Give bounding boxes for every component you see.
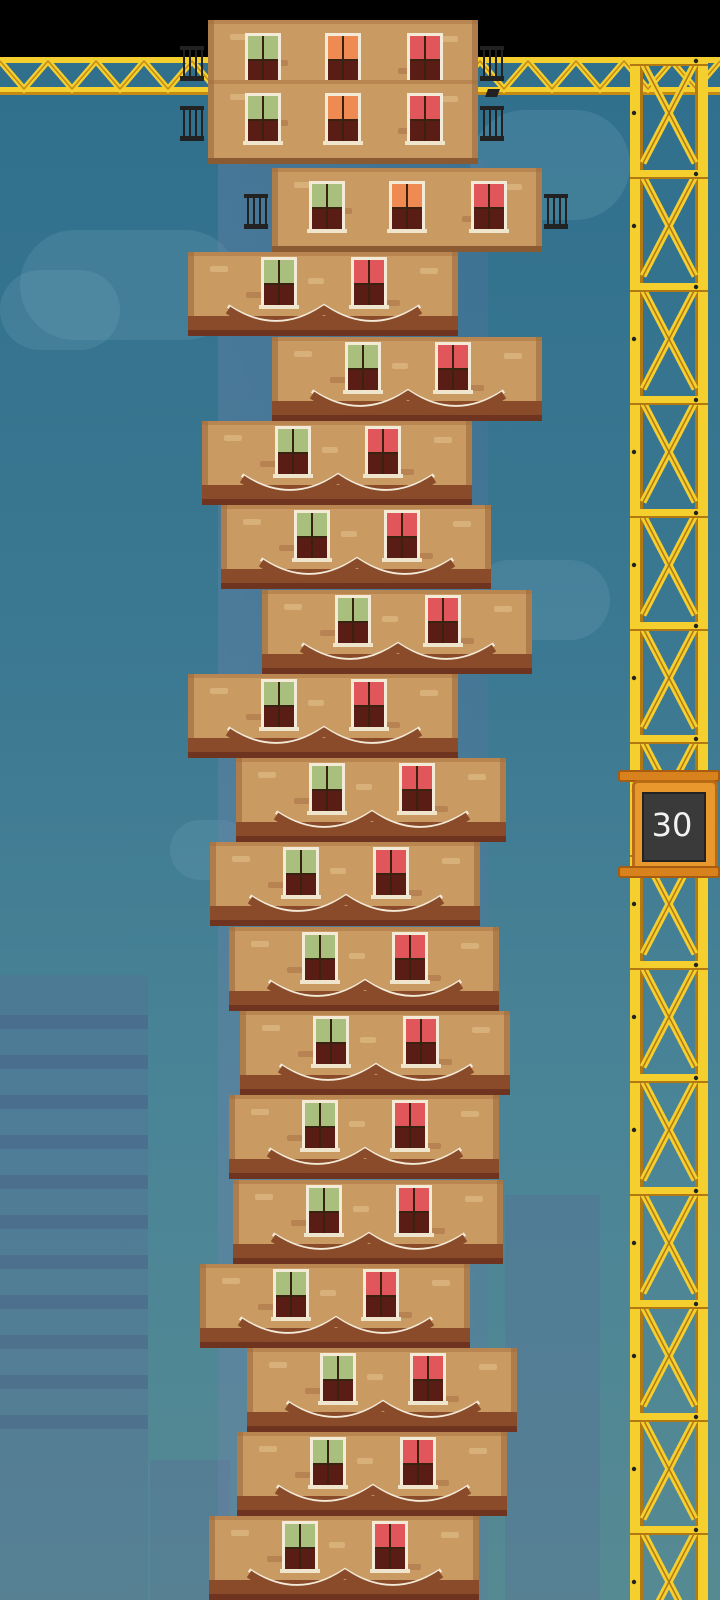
window-icon [363,426,403,478]
window-icon [390,1100,430,1152]
tower-floor [221,505,491,589]
window-icon [307,763,347,815]
window-icon [398,1437,438,1489]
window-icon [300,1100,340,1152]
window-icon [401,1016,441,1068]
window-icon [349,679,389,731]
window-icon [397,763,437,815]
window-icon [271,1269,311,1321]
tower-floor [233,1180,503,1264]
tower-floor [272,337,542,421]
window-icon [318,1353,358,1405]
window-icon [333,595,373,647]
window-icon [382,510,422,562]
tower-floor [188,674,458,758]
tower-floor [200,1264,470,1348]
window-icon [308,1437,348,1489]
window-icon [405,93,445,145]
cloud [0,270,120,350]
window-icon [311,1016,351,1068]
background-building [0,975,148,1600]
window-icon [243,33,283,85]
window-icon [408,1353,448,1405]
window-icon [349,257,389,309]
tower-floor [209,1516,479,1600]
tower-floor [236,758,506,842]
window-icon [361,1269,401,1321]
floor-count: 30 [651,806,693,844]
elevator-rail [618,866,720,878]
window-icon [387,181,427,233]
tower-floor [178,80,508,164]
window-icon [292,510,332,562]
window-icon [280,1521,320,1573]
balcony-railing-icon [480,46,504,81]
balcony-railing-icon [244,194,268,229]
tower-floor [247,1348,517,1432]
background-building [505,1195,600,1600]
window-icon [390,932,430,984]
window-icon [243,93,283,145]
tower-floor [242,168,572,252]
window-icon [370,1521,410,1573]
window-icon [405,33,445,85]
tower-floor [229,927,499,1011]
tower-floor [202,421,472,505]
window-icon [259,257,299,309]
balcony-railing-icon [544,194,568,229]
window-icon [433,342,473,394]
window-icon [343,342,383,394]
tower-floor [262,590,532,674]
window-icon [371,847,411,899]
window-icon [423,595,463,647]
balcony-railing-icon [180,106,204,141]
window-icon [323,93,363,145]
window-icon [394,1185,434,1237]
tower-floor [240,1011,510,1095]
tower-floor [210,842,480,926]
window-icon [273,426,313,478]
balcony-railing-icon [480,106,504,141]
tower-floor [188,252,458,336]
window-icon [281,847,321,899]
window-icon [304,1185,344,1237]
window-icon [259,679,299,731]
window-icon [300,932,340,984]
window-icon [323,33,363,85]
balcony-railing-icon [180,46,204,81]
tower-floor [237,1432,507,1516]
window-icon [469,181,509,233]
tower-floor [229,1095,499,1179]
floor-counter-elevator: 30 [618,770,720,886]
window-icon [307,181,347,233]
